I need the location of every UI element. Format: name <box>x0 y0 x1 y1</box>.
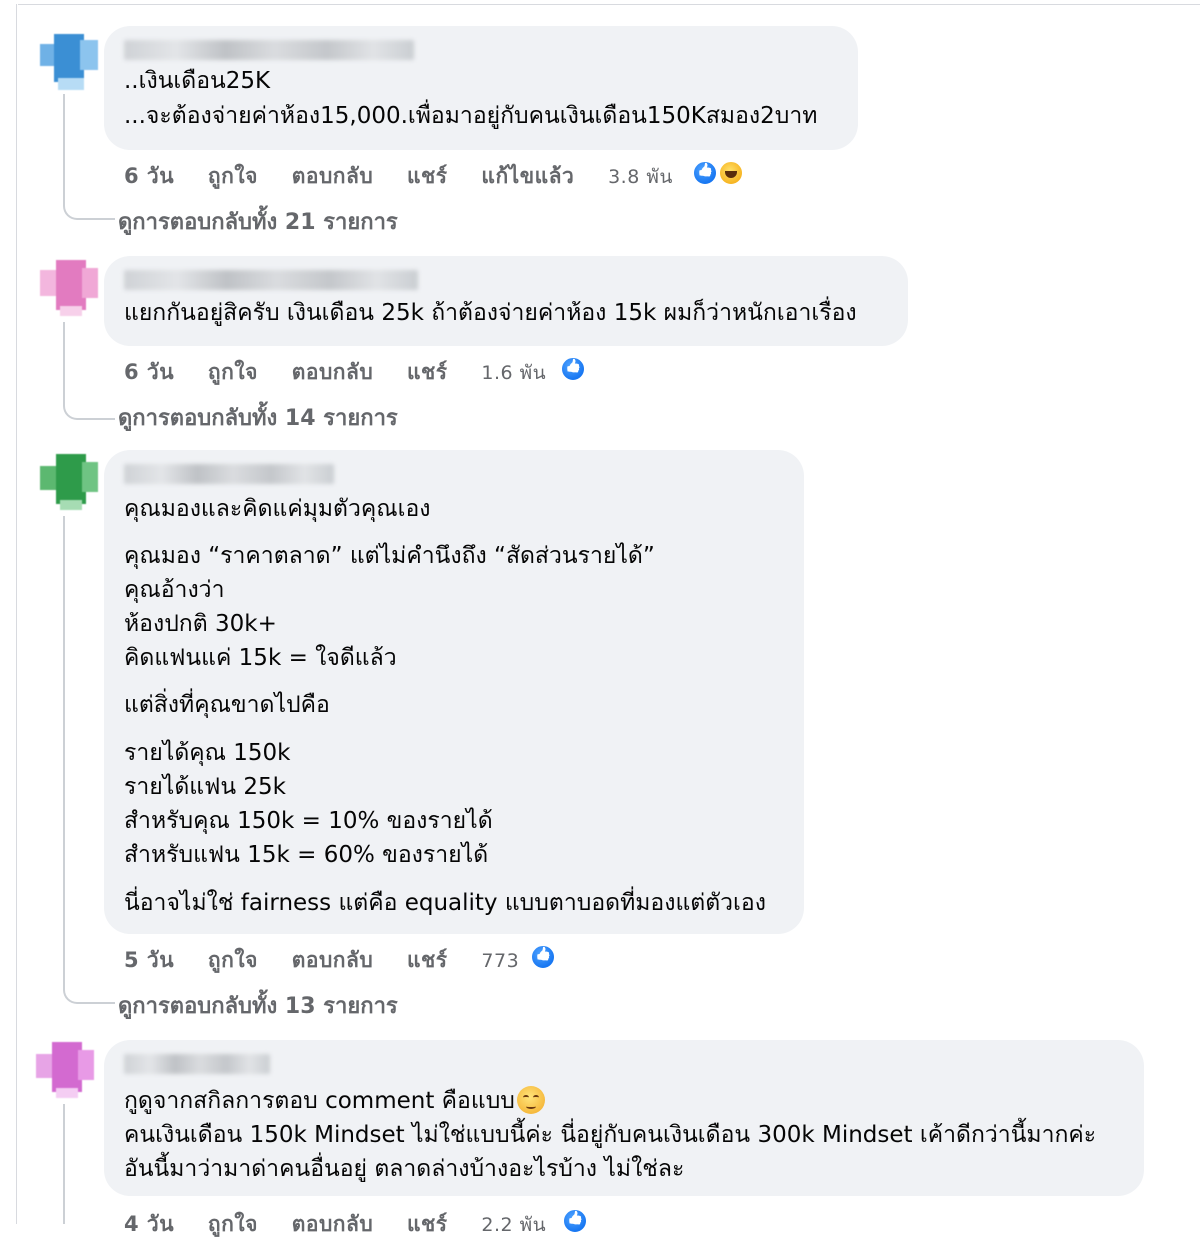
like-button[interactable]: ถูกใจ <box>208 360 258 384</box>
edited-label: แก้ไขแล้ว <box>481 164 575 188</box>
share-button[interactable]: แชร์ <box>407 948 448 972</box>
comment-text-line: สำหรับคุณ 150k = 10% ของรายได้ <box>124 808 493 834</box>
reaction-count[interactable]: 3.8 พัน <box>608 166 673 188</box>
comment-time[interactable]: 6 วัน <box>124 164 174 188</box>
comment-bubble: คุณมองและคิดแค่มุมตัวคุณเอง คุณมอง “ราคา… <box>104 450 804 934</box>
comment-bubble: แยกกันอยู่สิครับ เงินเดือน 25k ถ้าต้องจ่… <box>104 256 908 346</box>
author-name-blurred[interactable] <box>124 1054 270 1074</box>
comment-text-line: คนเงินเดือน 150k Mindset ไม่ใช่แบบนี้ค่ะ… <box>124 1122 1097 1148</box>
comment-actions: 6 วัน ถูกใจ ตอบกลับ แชร์ แก้ไขแล้ว 3.8 พ… <box>124 160 677 193</box>
like-reaction-icon[interactable] <box>560 356 586 382</box>
like-button[interactable]: ถูกใจ <box>208 164 258 188</box>
reply-button[interactable]: ตอบกลับ <box>292 360 374 384</box>
view-replies-link[interactable]: ดูการตอบกลับทั้ง 14 รายการ <box>118 400 398 435</box>
comment-text-line: แยกกันอยู่สิครับ เงินเดือน 25k ถ้าต้องจ่… <box>124 300 857 326</box>
share-button[interactable]: แชร์ <box>407 360 448 384</box>
comment-text: กูดูจากสกิลการตอบ comment คือแบบ <box>124 1088 515 1114</box>
share-button[interactable]: แชร์ <box>407 1212 448 1236</box>
comment-text-line: แต่สิ่งที่คุณขาดไปคือ <box>124 692 330 718</box>
reaction-count[interactable]: 1.6 พัน <box>481 362 546 384</box>
comment-text-line: ..เงินเดือน25K <box>124 68 271 94</box>
comment-text-line: คุณมอง “ราคาตลาด” แต่ไม่คำนึงถึง “สัดส่ว… <box>124 543 655 569</box>
avatar[interactable] <box>40 30 98 90</box>
reaction-count[interactable]: 773 <box>481 950 519 972</box>
comment-text-line: กูดูจากสกิลการตอบ comment คือแบบ <box>124 1084 545 1118</box>
view-replies-link[interactable]: ดูการตอบกลับทั้ง 13 รายการ <box>118 988 398 1023</box>
view-replies-link[interactable]: ดูการตอบกลับทั้ง 21 รายการ <box>118 204 398 239</box>
comment-actions: 4 วัน ถูกใจ ตอบกลับ แชร์ 2.2 พัน <box>124 1208 550 1241</box>
reply-button[interactable]: ตอบกลับ <box>292 948 374 972</box>
smiling-face-icon <box>516 1086 545 1114</box>
comment-text-line: อันนี้มาว่ามาด่าคนอื่นอยู่ ตลาดล่างบ้างอ… <box>124 1156 685 1182</box>
comment-text-line: คิดแฟนแค่ 15k = ใจดีแล้ว <box>124 645 397 671</box>
comment-time[interactable]: 4 วัน <box>124 1212 174 1236</box>
avatar[interactable] <box>40 452 98 510</box>
left-divider <box>16 4 17 1224</box>
top-divider <box>18 4 1200 5</box>
comment-text-line: ...จะต้องจ่ายค่าห้อง15,000.เพื่อมาอยู่กั… <box>124 103 818 129</box>
haha-reaction-icon[interactable] <box>718 160 744 186</box>
reply-thread-elbow <box>63 988 115 1004</box>
comment-text-line: สำหรับแฟน 15k = 60% ของรายได้ <box>124 842 489 868</box>
comment-time[interactable]: 6 วัน <box>124 360 174 384</box>
author-name-blurred[interactable] <box>124 270 418 290</box>
like-button[interactable]: ถูกใจ <box>208 948 258 972</box>
reply-thread-line <box>63 1104 65 1224</box>
reply-thread-line <box>63 322 65 404</box>
comment-bubble: ..เงินเดือน25K ...จะต้องจ่ายค่าห้อง15,00… <box>104 26 858 150</box>
reply-button[interactable]: ตอบกลับ <box>292 1212 374 1236</box>
comment-bubble: กูดูจากสกิลการตอบ comment คือแบบ คนเงินเ… <box>104 1040 1144 1196</box>
comment-text-line: คุณมองและคิดแค่มุมตัวคุณเอง <box>124 496 431 522</box>
like-reaction-icon[interactable] <box>562 1208 588 1234</box>
reaction-count[interactable]: 2.2 พัน <box>481 1214 546 1236</box>
share-button[interactable]: แชร์ <box>407 164 448 188</box>
avatar[interactable] <box>40 258 98 316</box>
comment-text-line: รายได้คุณ 150k <box>124 740 291 766</box>
author-name-blurred[interactable] <box>124 464 334 484</box>
comment-time[interactable]: 5 วัน <box>124 948 174 972</box>
comment-text-line: นี่อาจไม่ใช่ fairness แต่คือ equality แบ… <box>124 890 766 916</box>
author-name-blurred[interactable] <box>124 40 414 60</box>
reply-thread-elbow <box>63 404 115 420</box>
comment-text-line: คุณอ้างว่า <box>124 577 225 603</box>
reply-thread-elbow <box>63 204 115 220</box>
comment-actions: 6 วัน ถูกใจ ตอบกลับ แชร์ 1.6 พัน <box>124 356 550 389</box>
avatar[interactable] <box>36 1040 94 1098</box>
like-button[interactable]: ถูกใจ <box>208 1212 258 1236</box>
comment-text-line: รายได้แฟน 25k <box>124 774 286 800</box>
reply-thread-line <box>63 516 65 988</box>
reply-thread-line <box>63 94 65 204</box>
reply-button[interactable]: ตอบกลับ <box>292 164 374 188</box>
like-reaction-icon[interactable] <box>692 160 718 186</box>
like-reaction-icon[interactable] <box>530 944 556 970</box>
comment-text-line: ห้องปกติ 30k+ <box>124 611 277 637</box>
comment-actions: 5 วัน ถูกใจ ตอบกลับ แชร์ 773 <box>124 944 523 977</box>
